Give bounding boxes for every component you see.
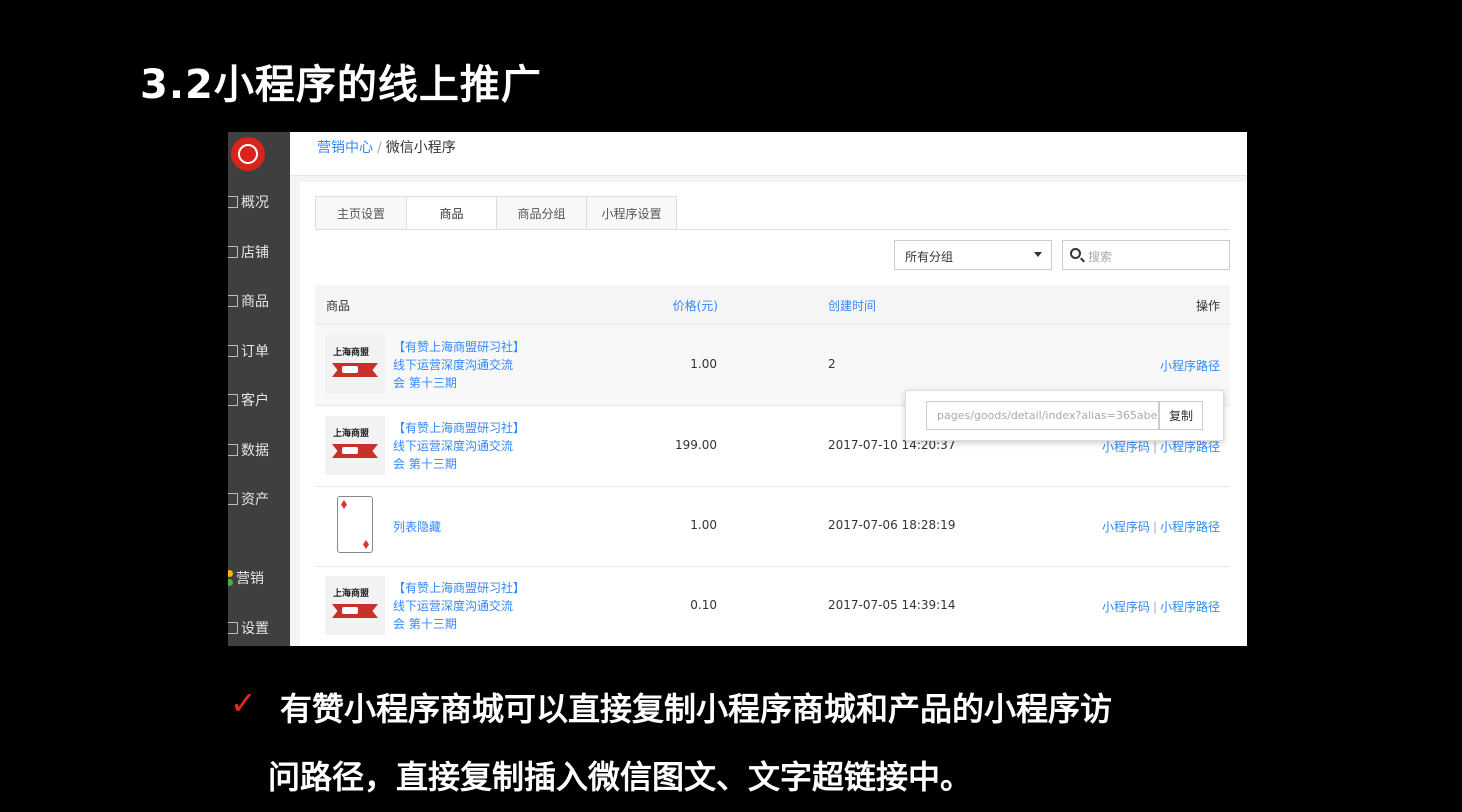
tab-goods-group[interactable]: 商品分组 (496, 196, 587, 230)
asset-icon (228, 493, 238, 505)
created-time: 2017-07-06 18:28:19 (828, 518, 956, 532)
table-header: 商品 价格(元) 创建时间 操作 (315, 285, 1230, 325)
main-panel: 主页设置 商品 商品分组 小程序设置 所有分组 搜索 商品 价格(元) 创建时间… (300, 182, 1247, 646)
breadcrumb: 营销中心 / 微信小程序 (317, 140, 456, 156)
caret-down-icon (1034, 252, 1042, 257)
column-op: 操作 (1195, 299, 1220, 313)
sidebar-item-marketing[interactable]: 营销 (228, 568, 290, 588)
search-input[interactable]: 搜索 (1062, 240, 1230, 270)
slide-title: 3.2小程序的线上推广 (140, 62, 542, 108)
breadcrumb-marketing-link[interactable]: 营销中心 (317, 140, 373, 156)
miniapp-code-link[interactable]: 小程序码 (1102, 520, 1150, 534)
overview-icon (228, 196, 238, 208)
table-row: 上海商盟 【有赞上海商盟研习社】线下运营深度沟通交流会 第十三期 0.10 20… (315, 566, 1230, 646)
goods-price: 0.10 (690, 598, 717, 612)
sidebar-item-overview[interactable]: 概况 (228, 192, 290, 212)
sidebar-item-asset[interactable]: 资产 (228, 489, 290, 509)
miniapp-code-link[interactable]: 小程序码 (1102, 440, 1150, 454)
goods-name-link[interactable]: 【有赞上海商盟研习社】线下运营深度沟通交流会 第十三期 (393, 338, 523, 392)
app-screenshot: 概况 店铺 商品 订单 客户 数据 资产 营销 设置 营销中心 / 微信小程序 主页… (228, 132, 1247, 646)
sidebar-item-customer[interactable]: 客户 (228, 390, 290, 410)
goods-icon (228, 295, 238, 307)
row-ops: 小程序路径 (1160, 357, 1220, 374)
store-icon (228, 246, 238, 258)
sidebar: 概况 店铺 商品 订单 客户 数据 资产 营销 设置 (228, 132, 290, 646)
miniapp-path-link[interactable]: 小程序路径 (1160, 520, 1220, 534)
goods-name-link[interactable]: 【有赞上海商盟研习社】线下运营深度沟通交流会 第十三期 (393, 579, 523, 633)
sidebar-item-store[interactable]: 店铺 (228, 242, 290, 262)
goods-name-link[interactable]: 【有赞上海商盟研习社】线下运营深度沟通交流会 第十三期 (393, 419, 523, 473)
sidebar-item-settings[interactable]: 设置 (228, 618, 290, 638)
goods-thumbnail[interactable]: 上海商盟 (325, 576, 385, 635)
tab-bar: 主页设置 商品 商品分组 小程序设置 (315, 196, 677, 230)
bullet-text-line1: 有赞小程序商城可以直接复制小程序商城和产品的小程序访 (280, 690, 1113, 728)
goods-price: 199.00 (675, 438, 717, 452)
breadcrumb-current: 微信小程序 (385, 140, 456, 156)
tabs-divider (315, 229, 1230, 230)
bullet-text-line2: 问路径，直接复制插入微信图文、文字超链接中。 (268, 758, 973, 796)
row-ops: 小程序码 | 小程序路径 (1101, 600, 1220, 614)
check-icon: ✓ (230, 684, 257, 722)
sidebar-item-goods[interactable]: 商品 (228, 291, 290, 311)
column-goods: 商品 (326, 299, 351, 313)
miniapp-code-link[interactable]: 小程序码 (1102, 600, 1150, 614)
tab-goods[interactable]: 商品 (406, 196, 497, 230)
path-copy-popover: pages/goods/detail/index?alias=365abe 复制 (905, 390, 1224, 441)
table-row: 列表隐藏 1.00 2017-07-06 18:28:19 小程序码 | 小程序路径 (315, 486, 1230, 567)
miniapp-path-link[interactable]: 小程序路径 (1160, 600, 1220, 614)
goods-thumbnail[interactable] (325, 496, 385, 555)
miniapp-path-link[interactable]: 小程序路径 (1160, 359, 1220, 373)
marketing-icon (228, 569, 233, 587)
sidebar-item-data[interactable]: 数据 (228, 440, 290, 460)
goods-price: 1.00 (690, 357, 717, 371)
settings-icon (228, 622, 238, 634)
path-input[interactable]: pages/goods/detail/index?alias=365abe (926, 401, 1159, 430)
data-icon (228, 444, 238, 456)
row-ops: 小程序码 | 小程序路径 (1101, 520, 1220, 534)
column-price-sort[interactable]: 价格(元) (673, 297, 718, 314)
goods-price: 1.00 (690, 518, 717, 532)
created-time: 2017-07-05 14:39:14 (828, 598, 956, 612)
miniapp-path-link[interactable]: 小程序路径 (1160, 440, 1220, 454)
tab-homepage-settings[interactable]: 主页设置 (315, 196, 407, 230)
playing-card-image (337, 496, 373, 553)
top-bar: 营销中心 / 微信小程序 (290, 132, 1247, 176)
search-icon (1070, 248, 1081, 259)
tab-miniapp-settings[interactable]: 小程序设置 (586, 196, 677, 230)
shop-logo[interactable] (231, 137, 265, 171)
copy-button[interactable]: 复制 (1159, 401, 1203, 430)
group-select[interactable]: 所有分组 (894, 240, 1052, 270)
created-time: 2 (828, 357, 836, 371)
goods-thumbnail[interactable]: 上海商盟 (325, 416, 385, 475)
column-time-sort[interactable]: 创建时间 (828, 297, 876, 314)
sidebar-item-order[interactable]: 订单 (228, 341, 290, 361)
customer-icon (228, 394, 238, 406)
goods-name-link[interactable]: 列表隐藏 (393, 518, 523, 536)
order-icon (228, 345, 238, 357)
goods-thumbnail[interactable]: 上海商盟 (325, 335, 385, 394)
